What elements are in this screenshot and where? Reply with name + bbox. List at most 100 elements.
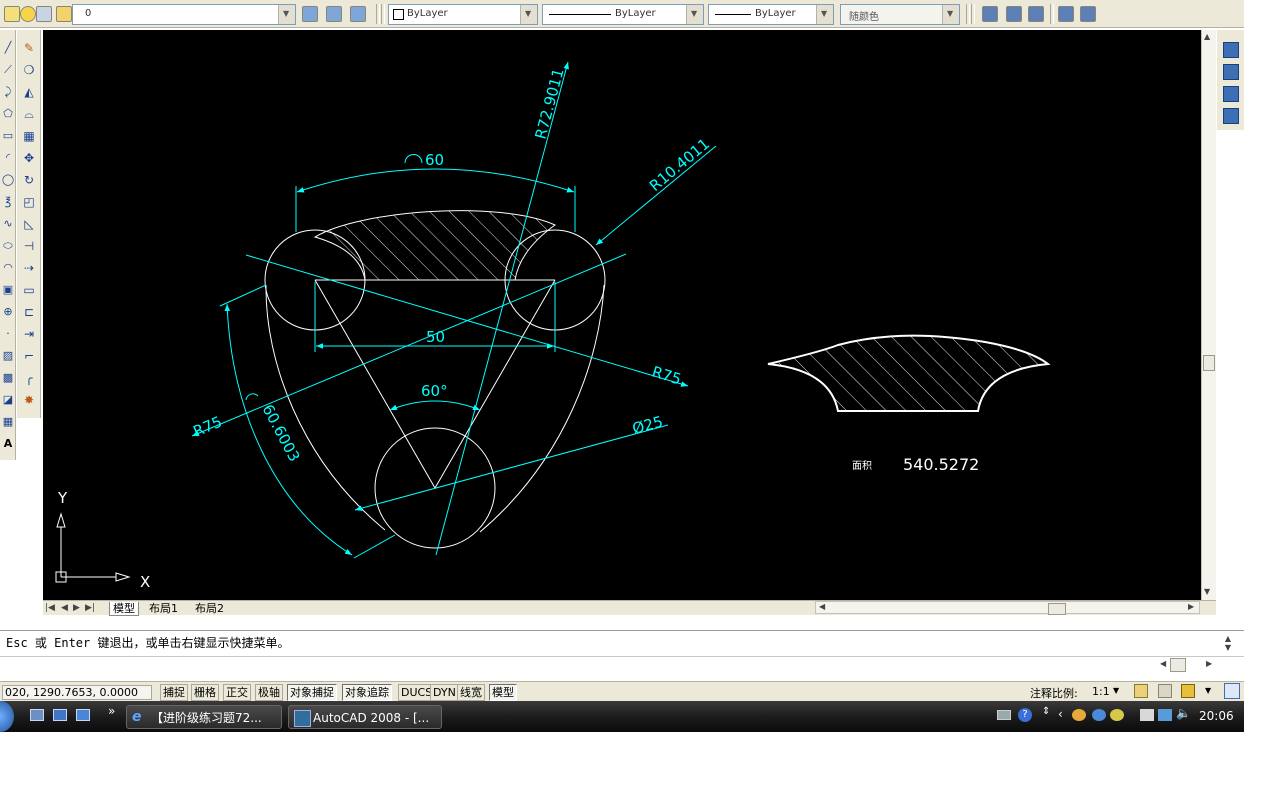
move-tool-icon[interactable]: ✥ <box>21 150 37 166</box>
sun-icon[interactable] <box>20 6 36 22</box>
status-toggle-4[interactable]: 对象捕捉 <box>287 684 337 701</box>
layer-dropdown[interactable]: 0 <box>72 4 296 25</box>
break-tool-icon[interactable]: ⊏ <box>21 304 37 320</box>
plotstyle-dropdown[interactable]: 随颜色 <box>840 4 960 25</box>
point-tool-icon[interactable]: · <box>1 326 15 342</box>
chevron-down-icon[interactable] <box>278 5 295 24</box>
layer-states-icon[interactable] <box>350 6 366 22</box>
status-toggle-7[interactable]: DYN <box>430 684 459 701</box>
chevron-down-icon[interactable]: ▼ <box>1205 686 1211 695</box>
scroll-right-icon[interactable]: ▶ <box>1188 602 1194 611</box>
tab-last-icon[interactable]: ▶| <box>85 602 95 615</box>
extend-tool-icon[interactable]: ⇢ <box>21 260 37 276</box>
mirror-tool-icon[interactable]: ◭ <box>21 84 37 100</box>
ellipse-tool-icon[interactable]: ⬭ <box>1 238 15 254</box>
make-block-tool-icon[interactable]: ⊕ <box>1 304 15 320</box>
quicklaunch-more-icon[interactable]: » <box>108 704 115 718</box>
vertical-scroll-thumb[interactable] <box>1203 355 1215 371</box>
explorer-icon[interactable] <box>53 709 67 721</box>
line-tool-icon[interactable]: ╱ <box>1 40 15 56</box>
lineweight-dropdown[interactable]: ByLayer <box>708 4 834 25</box>
bring-to-front-icon[interactable] <box>1223 42 1239 58</box>
taskbar-item-autocad[interactable]: AutoCAD 2008 - [... <box>288 705 442 729</box>
show-desktop-icon[interactable] <box>30 709 44 721</box>
system-clock[interactable]: 20:06 <box>1199 709 1234 723</box>
arc-left[interactable] <box>265 284 386 531</box>
tray-app2-icon[interactable] <box>1110 709 1124 721</box>
break-at-point-tool-icon[interactable]: ▭ <box>21 282 37 298</box>
command-scroll-icon[interactable]: ▲ ▼ <box>1220 634 1236 654</box>
tab-prev-icon[interactable]: ◀ <box>61 602 68 615</box>
hatch-tool-icon[interactable]: ▨ <box>1 348 15 364</box>
send-under-icon[interactable] <box>1223 108 1239 124</box>
insert-block-tool-icon[interactable]: ▣ <box>1 282 15 298</box>
array-tool-icon[interactable]: ▦ <box>21 128 37 144</box>
tab-first-icon[interactable]: |◀ <box>45 602 55 615</box>
polygon-tool-icon[interactable]: ⬠ <box>1 106 15 122</box>
stretch-tool-icon[interactable]: ◺ <box>21 216 37 232</box>
tray-app-icon[interactable] <box>1072 709 1086 721</box>
join-tool-icon[interactable]: ⇥ <box>21 326 37 342</box>
status-toggle-8[interactable]: 线宽 <box>457 684 485 701</box>
construction-line-tool-icon[interactable]: ⟋ <box>1 62 15 78</box>
copy-tool-icon[interactable]: ❍ <box>21 62 37 78</box>
table-tool-icon[interactable]: ▦ <box>1 414 15 430</box>
polyline-tool-icon[interactable]: ⤸ <box>1 84 15 100</box>
explode-tool-icon[interactable]: ✸ <box>21 392 37 408</box>
region-shape[interactable] <box>767 334 1051 412</box>
usb-icon[interactable] <box>1140 709 1154 721</box>
horizontal-scrollbar[interactable]: ◀ ▶ <box>815 601 1200 615</box>
keyboard-icon[interactable] <box>997 710 1011 720</box>
scroll-down-icon[interactable]: ▼ <box>1204 587 1210 596</box>
scroll-up-icon[interactable]: ▲ <box>1204 32 1210 41</box>
ellipse-arc-tool-icon[interactable]: ◠ <box>1 260 15 276</box>
arc-tool-icon[interactable]: ◜ <box>1 150 15 166</box>
tab-model[interactable]: 模型 <box>109 602 139 616</box>
scale-tool-icon[interactable]: ◰ <box>21 194 37 210</box>
region-tool-icon[interactable]: ◪ <box>1 392 15 408</box>
rotate-tool-icon[interactable]: ↻ <box>21 172 37 188</box>
color-dropdown[interactable]: ByLayer <box>388 4 538 25</box>
erase-tool-icon[interactable]: ✎ <box>21 40 37 56</box>
help-icon[interactable]: ? <box>1018 708 1032 722</box>
circle-tool-icon[interactable]: ◯ <box>1 172 15 188</box>
fillet-tool-icon[interactable]: ╭ <box>21 370 37 386</box>
status-toggle-9[interactable]: 模型 <box>489 684 517 701</box>
status-toggle-3[interactable]: 极轴 <box>255 684 283 701</box>
status-toggle-0[interactable]: 捕捉 <box>160 684 188 701</box>
linetype-dropdown[interactable]: ByLayer <box>542 4 704 25</box>
offset-tool-icon[interactable]: ⌓ <box>21 106 37 122</box>
tab-layout2[interactable]: 布局2 <box>195 602 224 615</box>
chamfer-tool-icon[interactable]: ⌐ <box>21 348 37 364</box>
horizontal-scroll-thumb[interactable] <box>1048 603 1066 615</box>
drawing-canvas[interactable]: 60 R72.9011 R10.4011 50 R75 R75 60° Ø25 … <box>43 30 1201 600</box>
layer-previous-icon[interactable] <box>326 6 342 22</box>
clean-screen-icon[interactable] <box>1224 683 1240 699</box>
volume-icon[interactable]: 🔈 <box>1176 706 1191 720</box>
aligned-dimension-icon[interactable] <box>1006 6 1022 22</box>
layer-color-icon[interactable] <box>56 6 72 22</box>
status-toggle-5[interactable]: 对象追踪 <box>342 684 392 701</box>
chevron-down-icon[interactable] <box>816 5 833 24</box>
rectangle-tool-icon[interactable]: ▭ <box>1 128 15 144</box>
linear-dimension-icon[interactable] <box>982 6 998 22</box>
dimension-style-icon[interactable] <box>1028 6 1044 22</box>
status-toggle-1[interactable]: 栅格 <box>191 684 219 701</box>
lock-icon[interactable] <box>1181 684 1195 698</box>
taskbar-item-browser[interactable]: e 【进阶级练习题72... <box>126 705 282 729</box>
status-toggle-2[interactable]: 正交 <box>223 684 251 701</box>
spline-tool-icon[interactable]: ∿ <box>1 216 15 232</box>
chevron-down-icon[interactable] <box>686 5 703 24</box>
tab-next-icon[interactable]: ▶ <box>73 602 80 615</box>
command-input[interactable] <box>2 658 1216 676</box>
coordinate-readout[interactable]: 020, 1290.7653, 0.0000 <box>2 685 152 700</box>
chevron-down-icon[interactable] <box>520 5 537 24</box>
switch-windows-icon[interactable] <box>76 709 90 721</box>
auto-scale-icon[interactable] <box>1158 684 1172 698</box>
annotation-visibility-icon[interactable] <box>1134 684 1148 698</box>
trim-tool-icon[interactable]: ⊣ <box>21 238 37 254</box>
scroll-left-icon[interactable]: ◀ <box>819 602 825 611</box>
region-detail[interactable]: 面积 540.5272 <box>767 334 1051 474</box>
chevron-down-icon[interactable] <box>942 5 959 24</box>
layer-manager-icon[interactable] <box>302 6 318 22</box>
